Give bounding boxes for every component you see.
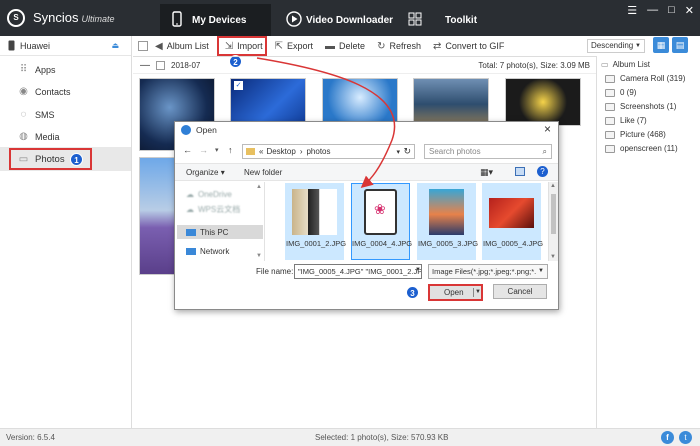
arrow-path bbox=[256, 57, 396, 188]
annotation-arrow bbox=[256, 57, 396, 188]
